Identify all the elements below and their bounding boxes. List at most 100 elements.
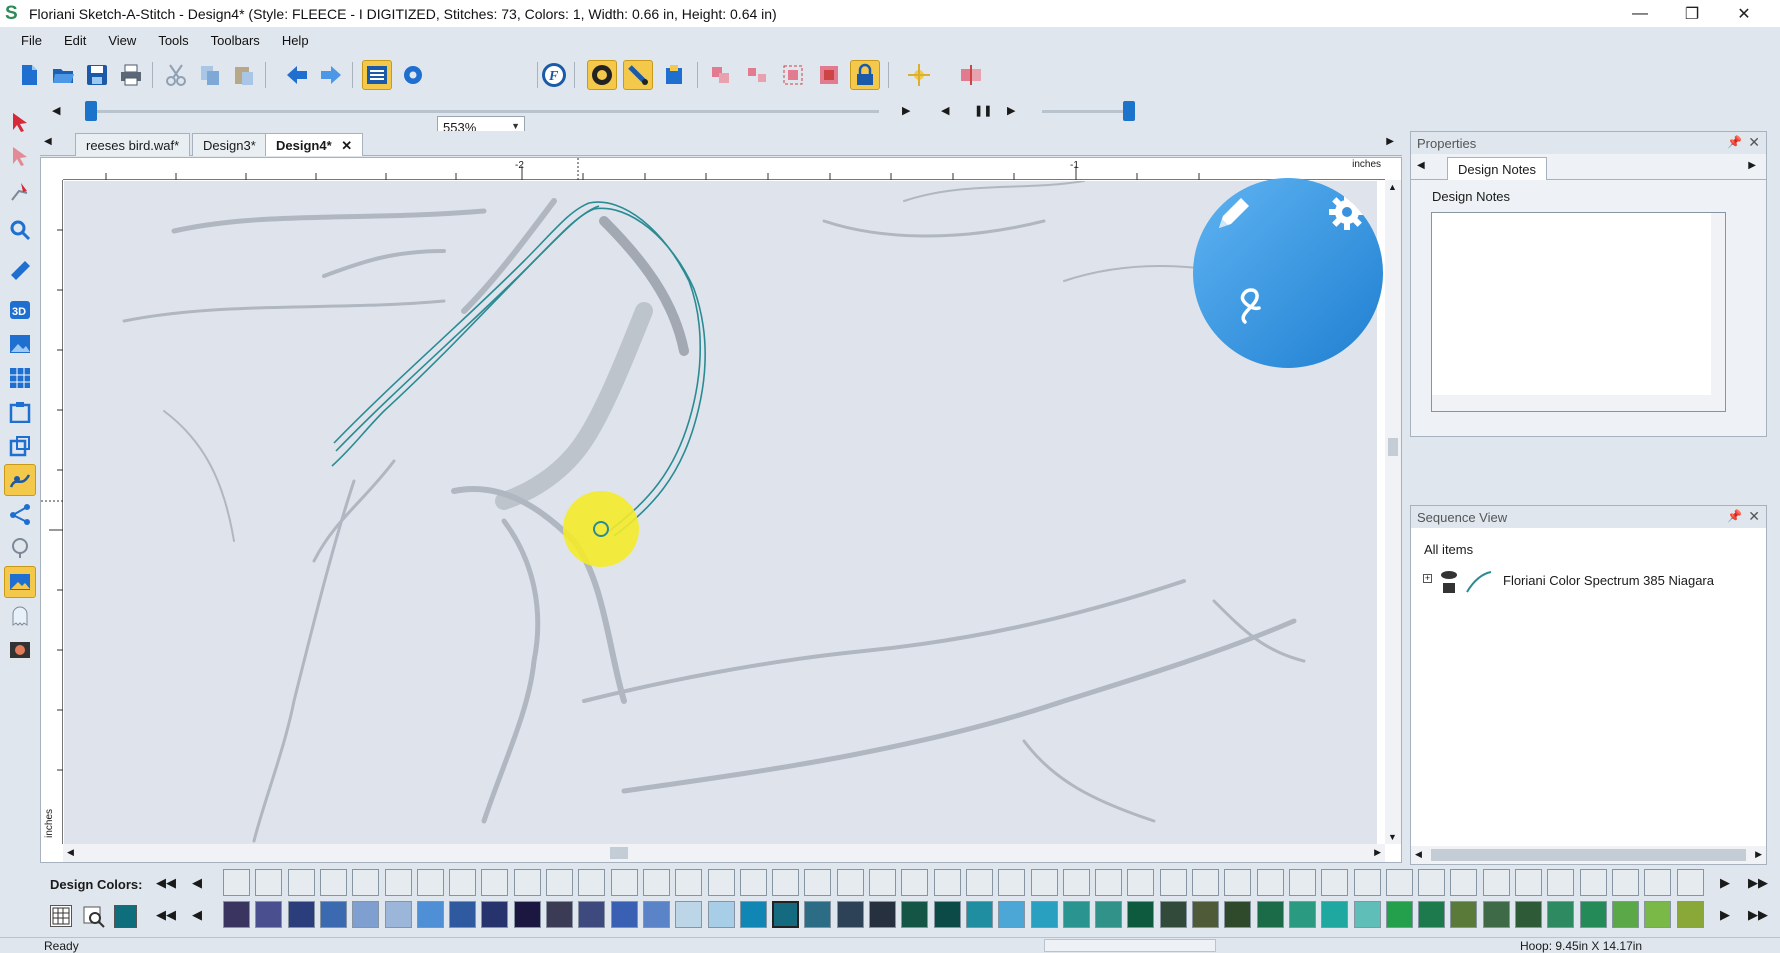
sequence-horizontal-scrollbar[interactable]: ◀ ▶ — [1411, 846, 1766, 864]
minimize-button[interactable]: — — [1614, 0, 1666, 27]
thread-color-swatch[interactable] — [1159, 901, 1187, 928]
empty-color-slot[interactable] — [1224, 869, 1252, 896]
thread-color-swatch[interactable] — [1353, 901, 1381, 928]
pause-icon[interactable]: ❚❚ — [974, 104, 992, 117]
sketch-stitch-icon[interactable] — [4, 464, 36, 496]
empty-color-slot[interactable] — [998, 869, 1026, 896]
hoop-icon[interactable] — [659, 60, 689, 90]
tab-design3[interactable]: Design3* — [192, 133, 267, 156]
empty-color-slot[interactable] — [319, 869, 347, 896]
empty-color-slot[interactable] — [578, 869, 606, 896]
empty-color-slot[interactable] — [772, 869, 800, 896]
group-icon[interactable] — [778, 60, 808, 90]
prev-color-icon[interactable]: ◀ — [192, 875, 202, 891]
step-back-icon[interactable]: ◀ — [941, 104, 949, 117]
empty-color-slot[interactable] — [449, 869, 477, 896]
empty-color-slot[interactable] — [1062, 869, 1090, 896]
tab-design4[interactable]: Design4* ✕ — [265, 133, 364, 156]
scroll-right-icon[interactable]: ▶ — [1374, 847, 1381, 858]
thread-color-swatch[interactable] — [642, 901, 670, 928]
view-thread-icon[interactable] — [623, 60, 653, 90]
sequence-item[interactable]: + Floriani Color Spectrum 385 Niagara — [1423, 566, 1753, 596]
scroll-up-icon[interactable]: ▲ — [1388, 182, 1397, 192]
empty-color-slot[interactable] — [1515, 869, 1542, 896]
thread-color-swatch[interactable] — [1579, 901, 1607, 928]
empty-color-slot[interactable] — [836, 869, 864, 896]
thread-color-swatch[interactable] — [1418, 901, 1446, 928]
empty-color-slot[interactable] — [546, 869, 573, 896]
open-folder-icon[interactable] — [48, 60, 78, 90]
hoop-tool-icon[interactable] — [4, 396, 36, 428]
thread-color-swatch[interactable] — [610, 901, 638, 928]
sketch-canvas[interactable] — [64, 181, 1377, 846]
thread-color-swatch[interactable] — [1450, 901, 1478, 928]
thread-color-swatch[interactable] — [1482, 901, 1510, 928]
cut-icon[interactable] — [161, 60, 191, 90]
measure-ruler-icon[interactable] — [4, 254, 36, 286]
ghost-icon[interactable] — [4, 600, 36, 632]
reshape-icon[interactable] — [4, 176, 36, 208]
thread-color-swatch[interactable] — [352, 901, 380, 928]
last-color-icon[interactable]: ▶▶ — [1748, 875, 1768, 891]
tab-scroll-right-icon[interactable]: ▶ — [1386, 136, 1394, 147]
speed-slider-track[interactable] — [1042, 110, 1132, 113]
scroll-right-icon[interactable]: ▶ — [1755, 849, 1762, 860]
thread-color-swatch[interactable] — [772, 901, 800, 928]
next-color-icon[interactable]: ▶ — [1720, 907, 1730, 923]
thread-color-swatch[interactable] — [223, 901, 250, 928]
settings-gear-icon[interactable] — [398, 60, 428, 90]
empty-color-slot[interactable] — [610, 869, 638, 896]
new-file-icon[interactable] — [14, 60, 44, 90]
tab-close-icon[interactable]: ✕ — [341, 138, 352, 153]
first-color-icon[interactable]: ◀◀ — [156, 875, 176, 891]
thread-color-swatch[interactable] — [481, 901, 509, 928]
menu-tools[interactable]: Tools — [158, 33, 188, 48]
thread-color-swatch[interactable] — [869, 901, 896, 928]
thread-color-swatch[interactable] — [1062, 901, 1090, 928]
thread-color-swatch[interactable] — [1256, 901, 1284, 928]
thread-color-swatch[interactable] — [1192, 901, 1219, 928]
empty-color-slot[interactable] — [1676, 869, 1704, 896]
empty-color-slot[interactable] — [1547, 869, 1575, 896]
multi-hoop-icon[interactable] — [4, 430, 36, 462]
select-arrow-icon[interactable] — [4, 106, 36, 138]
thread-color-swatch[interactable] — [1030, 901, 1058, 928]
menu-help[interactable]: Help — [282, 33, 309, 48]
background-image-icon[interactable] — [4, 566, 36, 598]
menu-edit[interactable]: Edit — [64, 33, 86, 48]
empty-color-slot[interactable] — [642, 869, 670, 896]
design-properties-icon[interactable] — [362, 60, 392, 90]
thread-color-swatch[interactable] — [1385, 901, 1413, 928]
empty-color-slot[interactable] — [1482, 869, 1510, 896]
thread-color-swatch[interactable] — [546, 901, 573, 928]
empty-color-slot[interactable] — [675, 869, 703, 896]
thread-color-swatch[interactable] — [287, 901, 315, 928]
scroll-down-icon[interactable]: ▼ — [1388, 832, 1397, 842]
empty-color-slot[interactable] — [1353, 869, 1381, 896]
current-color-swatch[interactable] — [114, 905, 137, 928]
zoom-icon[interactable] — [4, 214, 36, 246]
thread-color-swatch[interactable] — [998, 901, 1026, 928]
thread-color-swatch[interactable] — [1547, 901, 1575, 928]
empty-color-slot[interactable] — [1644, 869, 1672, 896]
lasso-icon[interactable] — [4, 532, 36, 564]
scroll-left-icon[interactable]: ◀ — [1415, 849, 1422, 860]
thread-color-swatch[interactable] — [319, 901, 347, 928]
close-panel-icon[interactable]: ✕ — [1748, 134, 1760, 151]
menu-view[interactable]: View — [108, 33, 136, 48]
empty-color-slot[interactable] — [1611, 869, 1639, 896]
play-back-icon[interactable]: ◀ — [52, 104, 60, 117]
stitch-slider-thumb[interactable] — [85, 101, 97, 121]
image-icon[interactable] — [4, 328, 36, 360]
tab-reeses-bird[interactable]: reeses bird.waf* — [75, 133, 191, 156]
design-notes-textarea[interactable] — [1431, 212, 1726, 412]
expand-icon[interactable]: + — [1423, 574, 1432, 583]
undo-arrow-icon[interactable] — [282, 60, 312, 90]
empty-color-slot[interactable] — [287, 869, 315, 896]
thread-color-swatch[interactable] — [901, 901, 929, 928]
menu-file[interactable]: File — [21, 33, 42, 48]
empty-color-slot[interactable] — [1095, 869, 1123, 896]
empty-color-slot[interactable] — [739, 869, 767, 896]
tab-design-notes[interactable]: Design Notes — [1447, 157, 1548, 180]
pin-icon[interactable]: 📌 — [1727, 509, 1742, 523]
